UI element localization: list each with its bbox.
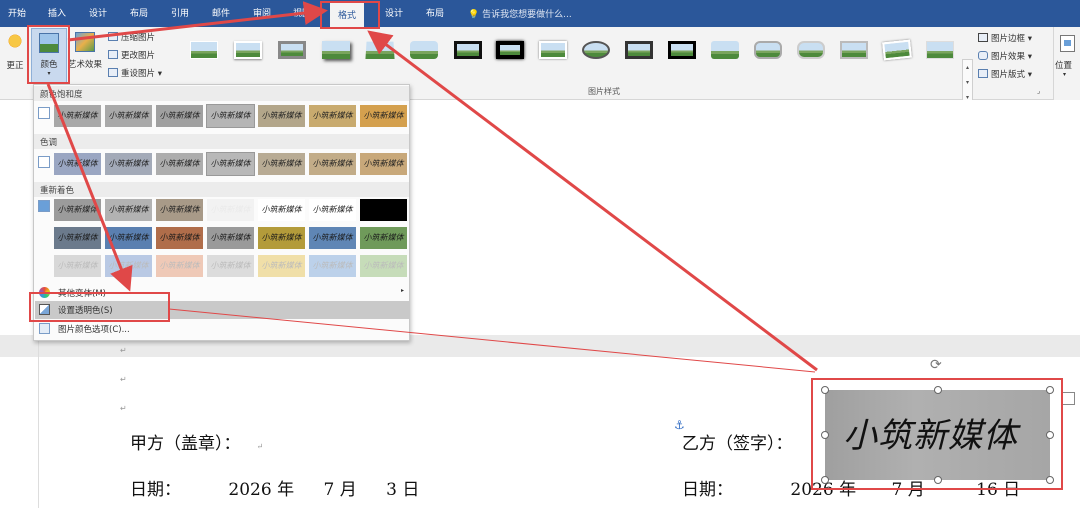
arrow-to-format-tab [67,1,328,42]
guide-line [168,308,816,373]
annotation-overlay [46,1,818,373]
arrow-from-image [367,30,818,372]
arrow-to-transparent [46,83,133,292]
word-window: 开始 插入 设计 布局 引用 邮件 审阅 视图 格式 设计 布局 💡 告诉我您想… [0,0,1080,508]
